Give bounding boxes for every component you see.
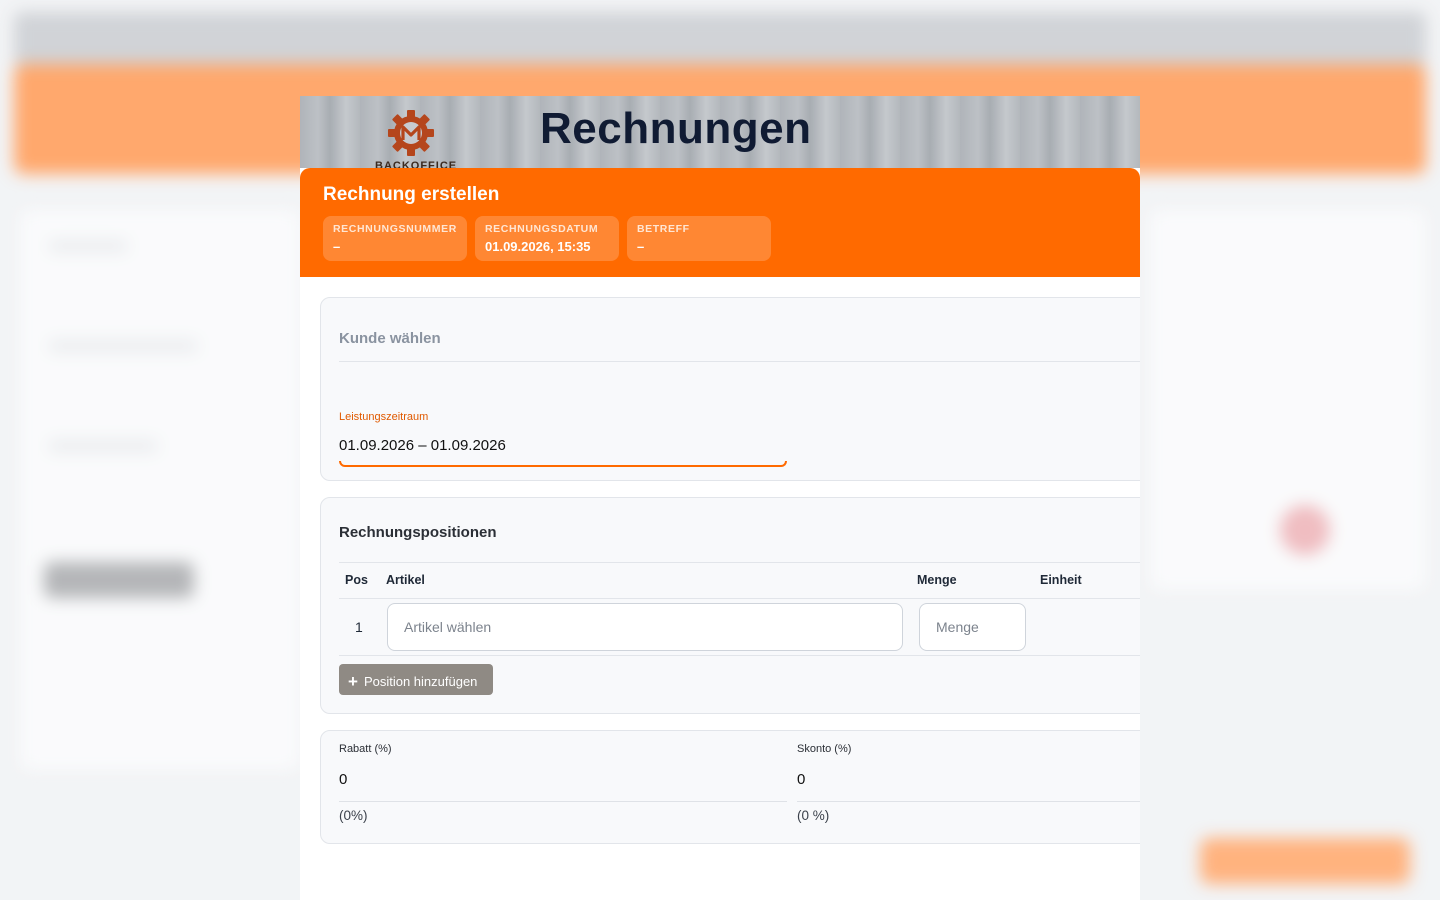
divider [339,562,1140,563]
column-header-unit: Einheit [1040,573,1082,587]
column-header-quantity: Menge [917,573,957,587]
chip-label: BETREFF [637,223,690,235]
page-header: BACKOFFICE Rechnungen [300,96,1140,168]
customer-card: Kunde wählen Leistungszeitraum 01.09.202… [320,297,1140,481]
page-title: Rechnungen [540,104,812,153]
service-period-input[interactable]: 01.09.2026 – 01.09.2026 [339,437,506,454]
add-position-label: Position hinzufügen [363,674,478,689]
skonto-underline [797,801,1140,802]
logo-text: BACKOFFICE [375,160,458,168]
skonto-input[interactable]: 0 [797,771,805,788]
quantity-input[interactable]: Menge [919,603,1026,651]
rabatt-input[interactable]: 0 [339,771,347,788]
divider [339,655,1140,656]
skonto-hint: (0 %) [797,808,830,823]
rabatt-hint: (0%) [339,808,368,823]
dialog-title: Rechnung erstellen [323,184,500,205]
chip-value: – [333,239,341,254]
article-select[interactable]: Artikel wählen [387,603,903,651]
positions-card: Rechnungspositionen Pos Artikel Menge Ei… [320,497,1140,714]
service-period-underline [339,461,787,467]
plus-icon: + [348,672,358,691]
discounts-card: Rabatt (%) 0 (0%) Skonto (%) 0 (0 %) [320,730,1140,844]
subject-chip: BETREFF – [627,216,771,261]
create-invoice-dialog: BACKOFFICE Rechnungen Rechnung erstellen… [300,96,1140,900]
positions-title: Rechnungspositionen [339,524,497,541]
gear-logo-icon [388,110,434,156]
service-period-label: Leistungszeitraum [339,411,429,423]
rabatt-underline [339,801,787,802]
customer-select[interactable]: Kunde wählen [339,330,441,347]
divider [339,598,1140,599]
dialog-header: Rechnung erstellen RECHNUNGSNUMMER – REC… [300,168,1140,277]
chip-label: RECHNUNGSDATUM [485,223,599,235]
column-header-pos: Pos [345,573,368,587]
add-position-button[interactable]: + Position hinzufügen [339,664,493,695]
column-header-article: Artikel [386,573,425,587]
divider [339,361,1140,362]
chip-value: 01.09.2026, 15:35 [485,239,591,254]
skonto-label: Skonto (%) [797,743,852,755]
position-number: 1 [355,619,363,635]
invoice-number-chip: RECHNUNGSNUMMER – [323,216,467,261]
invoice-date-chip: RECHNUNGSDATUM 01.09.2026, 15:35 [475,216,619,261]
chip-value: – [637,239,645,254]
rabatt-label: Rabatt (%) [339,743,392,755]
chip-label: RECHNUNGSNUMMER [333,223,457,235]
